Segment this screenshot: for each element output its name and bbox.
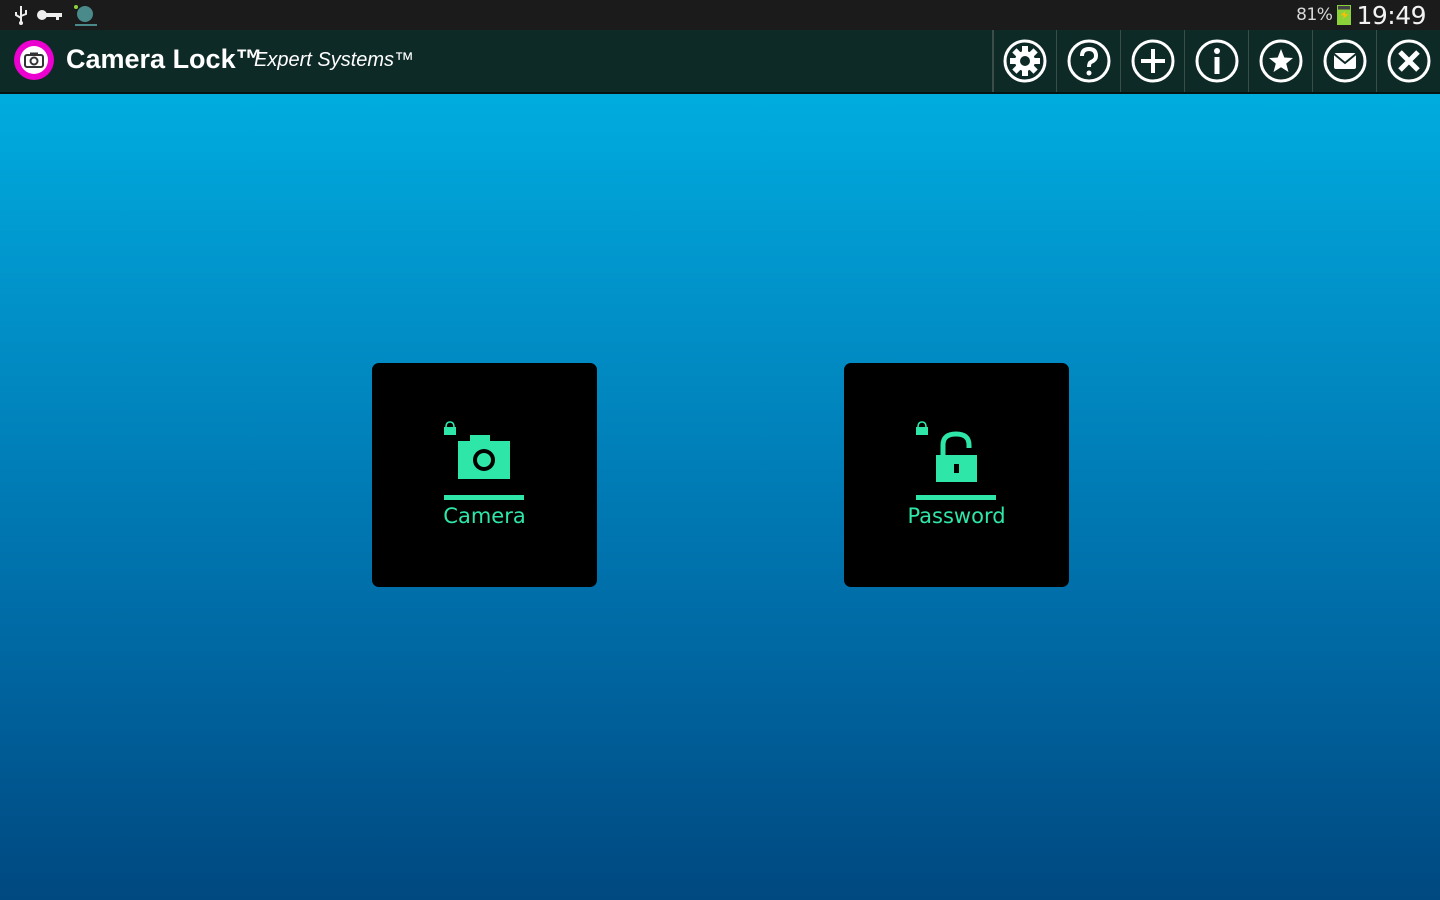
mail-icon	[1323, 39, 1366, 83]
close-icon	[1387, 39, 1430, 83]
star-icon	[1259, 39, 1302, 83]
key-icon	[37, 10, 62, 20]
camera-label: Camera	[443, 504, 526, 528]
password-label: Password	[907, 504, 1006, 528]
status-bar: 81% 19:49	[0, 0, 1440, 30]
battery-charging-icon	[1337, 5, 1352, 25]
notification-icons	[14, 3, 98, 27]
settings-button[interactable]	[992, 30, 1056, 92]
camera-icon	[444, 421, 510, 479]
mail-button[interactable]	[1312, 30, 1376, 92]
app-subtitle: Expert Systems™	[254, 49, 415, 71]
close-button[interactable]	[1376, 30, 1440, 92]
settings-icon	[1003, 39, 1047, 83]
app-title: Camera Lock™	[66, 44, 263, 74]
usb-icon	[15, 6, 27, 25]
system-status: 81% 19:49	[1296, 0, 1426, 30]
app-bar: Camera Lock™ Expert Systems™	[0, 30, 1440, 94]
add-button[interactable]	[1120, 30, 1184, 92]
clock: 19:49	[1356, 0, 1426, 30]
camera-underline	[444, 495, 524, 500]
password-tile[interactable]: Password	[844, 363, 1069, 587]
add-icon	[1131, 39, 1174, 83]
help-button[interactable]	[1056, 30, 1120, 92]
info-button[interactable]	[1184, 30, 1248, 92]
camera-app-icon[interactable]	[14, 40, 54, 80]
help-icon	[1067, 39, 1110, 83]
password-underline	[916, 495, 996, 500]
action-toolbar	[992, 30, 1440, 92]
app-notification-icon	[74, 5, 97, 26]
favorite-button[interactable]	[1248, 30, 1312, 92]
camera-tile[interactable]: Camera	[372, 363, 597, 587]
info-icon	[1195, 39, 1238, 83]
battery-percent: 81%	[1296, 5, 1333, 25]
small-lock-icon	[916, 421, 928, 435]
unlocked-padlock-icon	[916, 421, 977, 482]
small-lock-icon	[444, 421, 456, 435]
